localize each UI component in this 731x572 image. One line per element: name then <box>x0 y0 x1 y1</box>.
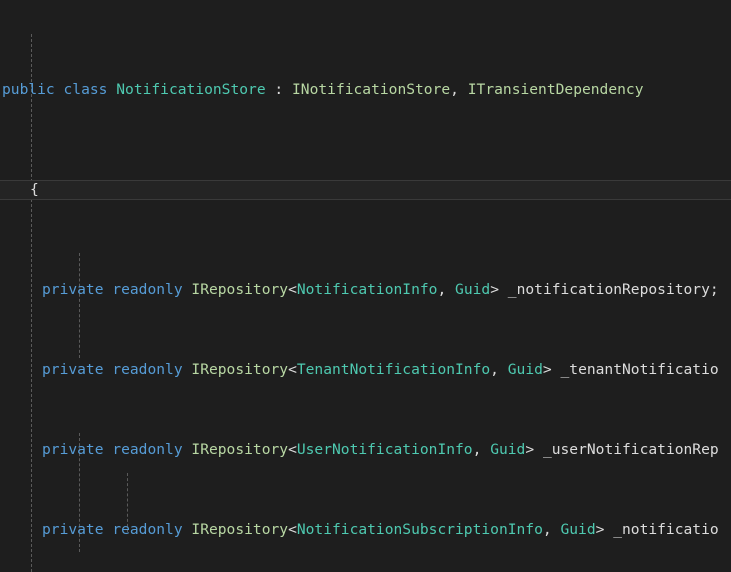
token-generic-comma: , <box>472 441 482 458</box>
token-type-notificationstore[interactable]: NotificationStore <box>116 81 265 98</box>
token-keyword-private: private <box>42 521 104 538</box>
token-generic-arg-1[interactable]: NotificationInfo <box>297 281 438 298</box>
token-type-irepository[interactable]: IRepository <box>191 281 288 298</box>
code-line-field-notification-repository[interactable]: private readonly IRepository<Notificatio… <box>0 280 731 300</box>
code-line-class-open-brace[interactable]: { <box>0 180 731 200</box>
token-keyword-private: private <box>42 441 104 458</box>
token-comma: , <box>450 81 459 98</box>
token-generic-close: > <box>525 441 535 458</box>
token-keyword-private: private <box>42 361 104 378</box>
token-generic-close: > <box>490 281 499 298</box>
token-type-irepository[interactable]: IRepository <box>191 521 288 538</box>
token-type-irepository[interactable]: IRepository <box>191 361 288 378</box>
token-keyword-readonly: readonly <box>112 521 183 538</box>
token-generic-arg-1[interactable]: TenantNotificationInfo <box>297 361 490 378</box>
code-line-field-tenant-notification-repository[interactable]: private readonly IRepository<TenantNotif… <box>0 360 731 380</box>
token-base-itransientdependency[interactable]: ITransientDependency <box>468 81 644 98</box>
token-base-inotificationstore[interactable]: INotificationStore <box>292 81 450 98</box>
token-generic-close: > <box>542 361 552 378</box>
token-generic-comma: , <box>437 281 447 298</box>
code-lines-container[interactable]: public class NotificationStore : INotifi… <box>0 0 731 572</box>
token-keyword-readonly: readonly <box>112 281 183 298</box>
token-keyword-readonly: readonly <box>112 441 183 458</box>
token-keyword-public: public <box>2 81 55 98</box>
code-editor[interactable]: public class NotificationStore : INotifi… <box>0 0 731 572</box>
token-type-irepository[interactable]: IRepository <box>191 441 288 458</box>
token-field-name[interactable]: _notificationRepository; <box>508 281 719 298</box>
code-line-class-declaration[interactable]: public class NotificationStore : INotifi… <box>0 80 731 100</box>
token-generic-open: < <box>288 521 297 538</box>
token-colon: : <box>274 81 284 98</box>
token-field-name[interactable]: _notificatio <box>613 521 718 538</box>
token-generic-arg-2[interactable]: Guid <box>560 521 595 538</box>
token-generic-arg-1[interactable]: UserNotificationInfo <box>297 441 473 458</box>
token-generic-arg-2[interactable]: Guid <box>508 361 543 378</box>
code-line-field-notification-subscription-repository[interactable]: private readonly IRepository<Notificatio… <box>0 520 731 540</box>
token-generic-comma: , <box>490 361 499 378</box>
code-line-field-user-notification-repository[interactable]: private readonly IRepository<UserNotific… <box>0 440 731 460</box>
token-generic-close: > <box>595 521 605 538</box>
token-generic-open: < <box>288 361 297 378</box>
token-open-brace: { <box>30 181 39 198</box>
token-keyword-readonly: readonly <box>112 361 183 378</box>
token-field-name[interactable]: _userNotificationRep <box>543 441 719 458</box>
token-keyword-class: class <box>63 81 108 98</box>
token-generic-arg-1[interactable]: NotificationSubscriptionInfo <box>297 521 543 538</box>
token-generic-arg-2[interactable]: Guid <box>490 441 525 458</box>
token-generic-open: < <box>288 281 297 298</box>
token-generic-arg-2[interactable]: Guid <box>455 281 490 298</box>
token-keyword-private: private <box>42 281 104 298</box>
token-generic-open: < <box>288 441 297 458</box>
token-generic-comma: , <box>542 521 552 538</box>
token-field-name[interactable]: _tenantNotificatio <box>561 361 719 378</box>
